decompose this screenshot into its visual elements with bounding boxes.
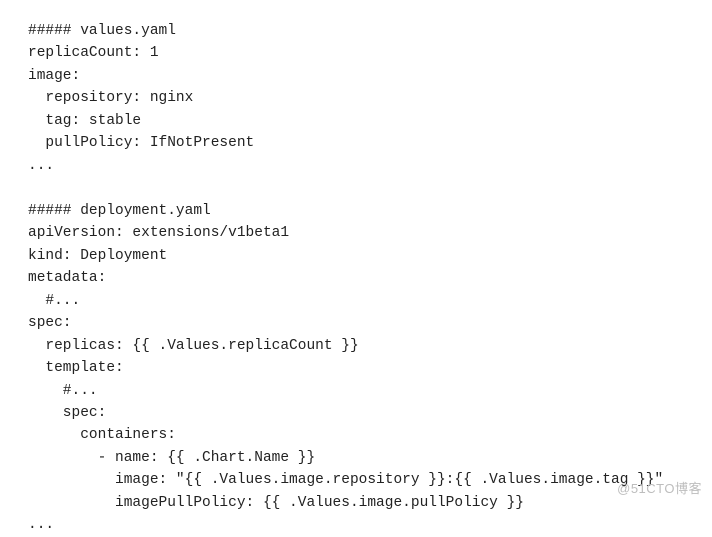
watermark: @51CTO博客 <box>617 479 702 499</box>
code-block: ##### values.yaml replicaCount: 1 image:… <box>28 20 663 537</box>
